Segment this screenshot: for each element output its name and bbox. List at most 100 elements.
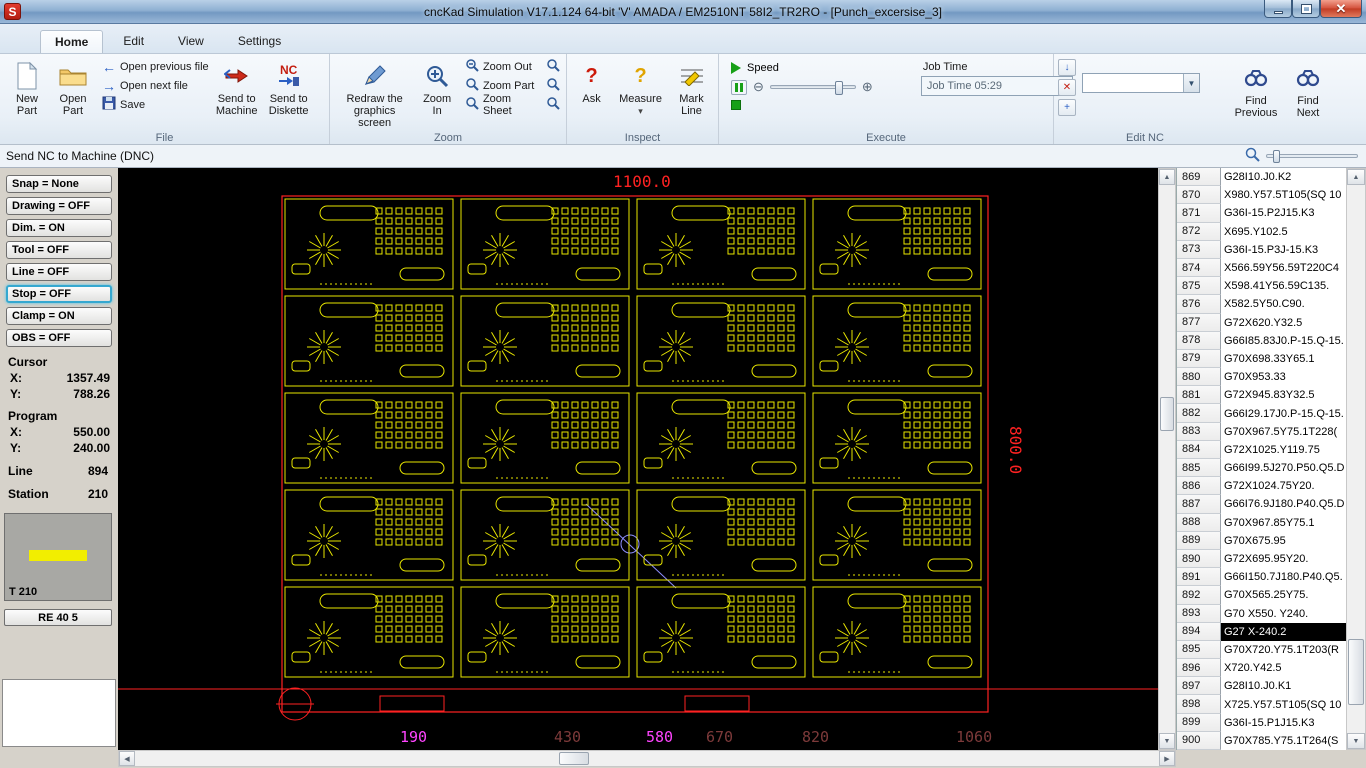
nc-row-894[interactable]: 894 G27 X-240.2 (1177, 622, 1346, 641)
nc-code-panel[interactable]: 869 G28I10.J0.K2 870 X980.Y57.5T105(SQ 10 87… (1176, 168, 1346, 750)
edit-nc-combobox[interactable]: ▼ (1082, 73, 1200, 93)
close-button[interactable]: ✕ (1320, 0, 1362, 18)
save-button[interactable]: Save (100, 95, 211, 114)
open-previous-file-button[interactable]: ← Open previous file (100, 57, 211, 76)
nc-line-code[interactable]: G36I-15.P1J15.K3 (1221, 714, 1346, 732)
cad-canvas[interactable]: 1100.0 800.0 190 430 580 670 820 1060 (118, 168, 1158, 750)
nc-row-884[interactable]: 884 G72X1025.Y119.75 (1177, 440, 1346, 459)
nc-line-code[interactable]: X980.Y57.5T105(SQ 10 (1221, 186, 1346, 204)
nc-line-number[interactable]: 898 (1177, 695, 1221, 714)
view-zoom-slider[interactable] (1266, 150, 1358, 163)
nc-row-882[interactable]: 882 G66I29.17J0.P-15.Q-15. (1177, 404, 1346, 423)
nc-row-883[interactable]: 883 G70X967.5Y75.1T228( (1177, 422, 1346, 441)
nc-row-871[interactable]: 871 G36I-15.P2J15.K3 (1177, 204, 1346, 223)
nc-row-875[interactable]: 875 X598.41Y56.59C135. (1177, 277, 1346, 296)
speed-slider-thumb[interactable] (834, 81, 843, 95)
nc-line-number[interactable]: 884 (1177, 440, 1221, 459)
open-next-file-button[interactable]: → Open next file (100, 76, 211, 95)
tab-edit[interactable]: Edit (109, 30, 158, 53)
nc-line-code[interactable]: G72X695.95Y20. (1221, 550, 1346, 568)
nc-line-code[interactable]: G28I10.J0.K1 (1221, 677, 1346, 695)
view-zoom-slider-thumb[interactable] (1273, 150, 1280, 163)
nc-row-878[interactable]: 878 G66I85.83J0.P-15.Q-15. (1177, 331, 1346, 350)
zoom-sheet-button[interactable]: Zoom Sheet (463, 93, 562, 117)
canvas-hscroll-thumb[interactable] (559, 752, 589, 765)
nc-row-885[interactable]: 885 G66I99.5J270.P50.Q5.D (1177, 459, 1346, 478)
nc-line-code[interactable]: G28I10.J0.K2 (1221, 168, 1346, 186)
nc-line-number[interactable]: 879 (1177, 349, 1221, 369)
nc-line-code[interactable]: G72X620.Y32.5 (1221, 314, 1346, 332)
nc-row-886[interactable]: 886 G72X1024.75Y20. (1177, 477, 1346, 496)
find-next-button[interactable]: Find Next (1288, 59, 1328, 121)
nc-line-number[interactable]: 899 (1177, 713, 1221, 732)
nc-line-code[interactable]: X725.Y57.5T105(SQ 10 (1221, 695, 1346, 713)
nc-line-code[interactable]: G70X675.95 (1221, 532, 1346, 550)
edit-nc-export-button[interactable]: ↓ (1058, 59, 1076, 76)
nc-line-number[interactable]: 872 (1177, 222, 1221, 241)
toggle-tool[interactable]: Tool = OFF (6, 241, 112, 259)
nc-row-891[interactable]: 891 G66I150.7J180.P40.Q5. (1177, 568, 1346, 587)
nc-row-893[interactable]: 893 G70 X550. Y240. (1177, 604, 1346, 623)
toggle-drawing[interactable]: Drawing = OFF (6, 197, 112, 215)
tab-view[interactable]: View (164, 30, 218, 53)
nc-row-872[interactable]: 872 X695.Y102.5 (1177, 222, 1346, 241)
nc-line-code[interactable]: G36I-15.P2J15.K3 (1221, 204, 1346, 222)
minimize-button[interactable] (1264, 0, 1292, 18)
canvas-vscroll-thumb[interactable] (1160, 397, 1174, 431)
scroll-down-icon[interactable]: ▼ (1347, 733, 1365, 749)
redraw-button[interactable]: Redraw the graphics screen (334, 57, 415, 131)
nc-line-code[interactable]: X720.Y42.5 (1221, 659, 1346, 677)
nc-line-number[interactable]: 900 (1177, 731, 1221, 750)
nc-line-code[interactable]: G66I99.5J270.P50.Q5.D (1221, 459, 1346, 477)
toggle-snap[interactable]: Snap = None (6, 175, 112, 193)
nc-line-number[interactable]: 878 (1177, 331, 1221, 350)
edit-nc-insert-button[interactable]: + (1058, 99, 1076, 116)
tab-settings[interactable]: Settings (224, 30, 295, 53)
nc-row-899[interactable]: 899 G36I-15.P1J15.K3 (1177, 713, 1346, 732)
nc-line-code[interactable]: G66I76.9J180.P40.Q5.D (1221, 495, 1346, 513)
chevron-down-icon[interactable]: ▼ (1183, 74, 1199, 92)
nc-line-number[interactable]: 887 (1177, 495, 1221, 514)
nc-line-number[interactable]: 896 (1177, 659, 1221, 678)
nc-line-code[interactable]: G70X720.Y75.1T203(R (1221, 641, 1346, 659)
nc-line-code[interactable]: G72X1024.75Y20. (1221, 477, 1346, 495)
nc-line-code[interactable]: G72X945.83Y32.5 (1221, 386, 1346, 404)
magnifier-icon[interactable] (1245, 147, 1260, 165)
canvas-vertical-scrollbar[interactable]: ▲ ▼ (1158, 168, 1176, 750)
magnifier-mini-icon[interactable] (546, 58, 560, 75)
nc-row-888[interactable]: 888 G70X967.85Y75.1 (1177, 513, 1346, 532)
stop-button[interactable] (731, 100, 741, 110)
zoom-in-button[interactable]: Zoom In (415, 57, 459, 131)
send-to-machine-button[interactable]: Send to Machine (211, 57, 263, 119)
nc-line-code[interactable]: G66I85.83J0.P-15.Q-15. (1221, 332, 1346, 350)
new-part-button[interactable]: New Part (4, 57, 50, 119)
nc-line-number[interactable]: 876 (1177, 295, 1221, 314)
nc-line-number[interactable]: 880 (1177, 368, 1221, 387)
nc-row-890[interactable]: 890 G72X695.95Y20. (1177, 549, 1346, 569)
scroll-up-icon[interactable]: ▲ (1347, 169, 1365, 185)
nc-line-code[interactable]: X695.Y102.5 (1221, 223, 1346, 241)
nc-line-code[interactable]: G36I-15.P3J-15.K3 (1221, 241, 1346, 259)
nc-line-code[interactable]: G70X698.33Y65.1 (1221, 350, 1346, 368)
scroll-right-icon[interactable]: ▶ (1159, 751, 1175, 766)
nc-line-code[interactable]: G70X785.Y75.1T264(S (1221, 732, 1346, 750)
nc-row-874[interactable]: 874 X566.59Y56.59T220C4 (1177, 258, 1346, 278)
nc-line-code[interactable]: G70 X550. Y240. (1221, 605, 1346, 623)
scroll-down-icon[interactable]: ▼ (1159, 733, 1175, 749)
nc-line-code[interactable]: G70X967.85Y75.1 (1221, 514, 1346, 532)
nc-row-889[interactable]: 889 G70X675.95 (1177, 531, 1346, 550)
nc-line-code[interactable]: X582.5Y50.C90. (1221, 295, 1346, 313)
speed-minus-icon[interactable]: ⊖ (753, 79, 764, 95)
toggle-line[interactable]: Line = OFF (6, 263, 112, 281)
nc-vertical-scrollbar[interactable]: ▲ ▼ (1346, 168, 1366, 750)
nc-row-870[interactable]: 870 X980.Y57.5T105(SQ 10 (1177, 186, 1346, 205)
nc-line-code[interactable]: G72X1025.Y119.75 (1221, 441, 1346, 459)
nc-line-number[interactable]: 881 (1177, 386, 1221, 405)
nc-row-896[interactable]: 896 X720.Y42.5 (1177, 659, 1346, 678)
nc-line-code[interactable]: G66I29.17J0.P-15.Q-15. (1221, 404, 1346, 422)
nc-line-number[interactable]: 894 (1177, 622, 1221, 641)
speed-slider[interactable] (769, 81, 856, 95)
nc-row-881[interactable]: 881 G72X945.83Y32.5 (1177, 386, 1346, 405)
nc-line-code[interactable]: G66I150.7J180.P40.Q5. (1221, 568, 1346, 586)
toggle-dim[interactable]: Dim. = ON (6, 219, 112, 237)
